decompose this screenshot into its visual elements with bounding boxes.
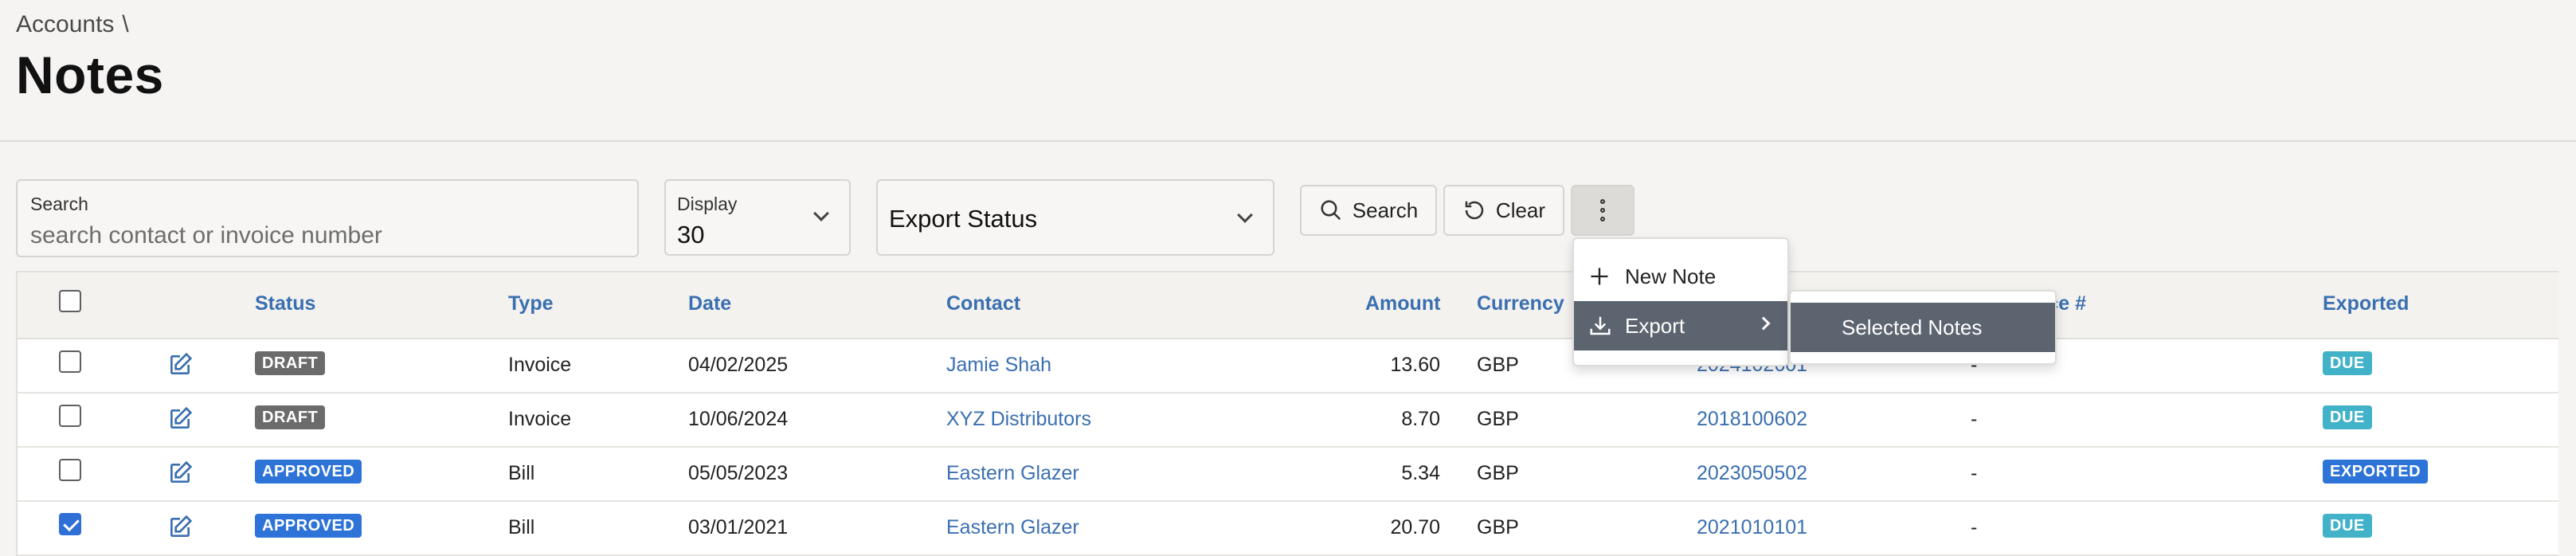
search-input[interactable]: [30, 221, 620, 251]
column-header-amount[interactable]: Amount: [1365, 292, 1440, 315]
type-cell: Invoice: [508, 408, 572, 430]
currency-cell: GBP: [1477, 408, 1519, 430]
chevron-down-icon: [1237, 207, 1253, 223]
invoice-cell: -: [1971, 462, 1978, 484]
search-button-label: Search: [1352, 198, 1419, 222]
exported-badge: EXPORTED: [2323, 460, 2429, 484]
amount-cell: 20.70: [1390, 516, 1440, 538]
status-badge: APPROVED: [255, 514, 362, 538]
currency-cell: GBP: [1477, 516, 1519, 538]
note-number-link[interactable]: 2018100602: [1697, 408, 1807, 431]
currency-cell: GBP: [1477, 462, 1519, 484]
plus-icon: [1591, 268, 1608, 285]
amount-cell: 5.34: [1401, 462, 1440, 484]
date-cell: 10/06/2024: [688, 408, 789, 430]
more-options-button[interactable]: [1571, 185, 1634, 236]
contact-link[interactable]: XYZ Distributors: [946, 408, 1091, 431]
table-row[interactable]: [18, 339, 2558, 394]
select-all-checkbox[interactable]: [59, 290, 81, 312]
date-cell: 04/02/2025: [688, 354, 789, 376]
edit-icon[interactable]: [167, 515, 193, 540]
reset-icon: [1465, 201, 1484, 220]
display-value: 30: [677, 221, 705, 249]
status-badge: APPROVED: [255, 460, 362, 484]
menu-item-new-note[interactable]: New Note: [1574, 252, 1787, 301]
column-header-status[interactable]: Status: [255, 292, 315, 315]
type-cell: Bill: [508, 462, 535, 484]
row-checkbox[interactable]: [59, 513, 81, 535]
exported-badge: DUE: [2323, 514, 2372, 538]
clear-button-label: Clear: [1495, 198, 1546, 222]
contact-link[interactable]: Jamie Shah: [946, 354, 1051, 377]
contact-link[interactable]: Eastern Glazer: [946, 516, 1079, 539]
search-icon: [1321, 200, 1341, 221]
row-checkbox[interactable]: [59, 405, 81, 427]
edit-icon[interactable]: [167, 406, 193, 432]
table-row[interactable]: [18, 502, 2558, 556]
menu-item-label: New Note: [1625, 264, 1717, 288]
exported-badge: DUE: [2323, 351, 2372, 375]
table-header: [18, 272, 2558, 339]
amount-cell: 8.70: [1401, 408, 1440, 430]
amount-cell: 13.60: [1390, 354, 1440, 376]
export-submenu: Selected Notes: [1789, 290, 2057, 365]
column-header-date[interactable]: Date: [688, 292, 731, 315]
contact-link[interactable]: Eastern Glazer: [946, 462, 1079, 485]
note-number-link[interactable]: 2023050502: [1697, 462, 1807, 485]
breadcrumb-accounts-link[interactable]: Accounts: [16, 11, 114, 37]
date-cell: 05/05/2023: [688, 462, 789, 484]
table-row[interactable]: [18, 448, 2558, 502]
column-header-type[interactable]: Type: [508, 292, 554, 315]
status-badge: DRAFT: [255, 405, 326, 429]
chevron-right-icon: [1756, 316, 1771, 331]
date-cell: 03/01/2021: [688, 516, 789, 538]
type-cell: Invoice: [508, 354, 572, 376]
invoice-cell: -: [1971, 408, 1978, 430]
type-cell: Bill: [508, 516, 535, 538]
column-header-exported[interactable]: Exported: [2323, 292, 2409, 315]
download-icon: [1590, 316, 1611, 335]
edit-icon[interactable]: [167, 460, 193, 486]
submenu-item-selected-notes[interactable]: Selected Notes: [1791, 303, 2055, 352]
exported-badge: DUE: [2323, 405, 2372, 429]
export-status-value: Export Status: [889, 205, 1038, 233]
search-field-label: Search: [30, 194, 88, 214]
display-select[interactable]: Display 30: [664, 179, 851, 256]
menu-item-export[interactable]: Export: [1574, 301, 1787, 350]
kebab-menu-icon: [1600, 199, 1605, 221]
breadcrumb: Accounts \: [16, 11, 129, 38]
export-status-select[interactable]: Export Status: [876, 179, 1274, 256]
display-label: Display: [677, 194, 738, 214]
more-options-menu: New Note Export: [1572, 237, 1789, 366]
table-row[interactable]: [18, 394, 2558, 448]
clear-button[interactable]: Clear: [1443, 185, 1564, 236]
currency-cell: GBP: [1477, 354, 1519, 376]
search-field[interactable]: Search: [16, 179, 639, 257]
menu-item-label: Export: [1625, 313, 1685, 338]
note-number-link[interactable]: 2021010101: [1697, 516, 1807, 539]
row-checkbox[interactable]: [59, 459, 81, 481]
status-badge: DRAFT: [255, 351, 326, 375]
column-header-currency[interactable]: Currency: [1477, 292, 1564, 315]
submenu-item-label: Selected Notes: [1842, 315, 1983, 339]
edit-icon[interactable]: [167, 352, 193, 378]
row-checkbox[interactable]: [59, 350, 81, 373]
invoice-cell: -: [1971, 516, 1978, 538]
header-divider: [0, 140, 2576, 142]
column-header-contact[interactable]: Contact: [946, 292, 1020, 315]
search-button[interactable]: Search: [1300, 185, 1437, 236]
chevron-down-icon: [813, 206, 829, 221]
page-title: Notes: [16, 45, 164, 104]
breadcrumb-separator: \: [122, 11, 129, 37]
